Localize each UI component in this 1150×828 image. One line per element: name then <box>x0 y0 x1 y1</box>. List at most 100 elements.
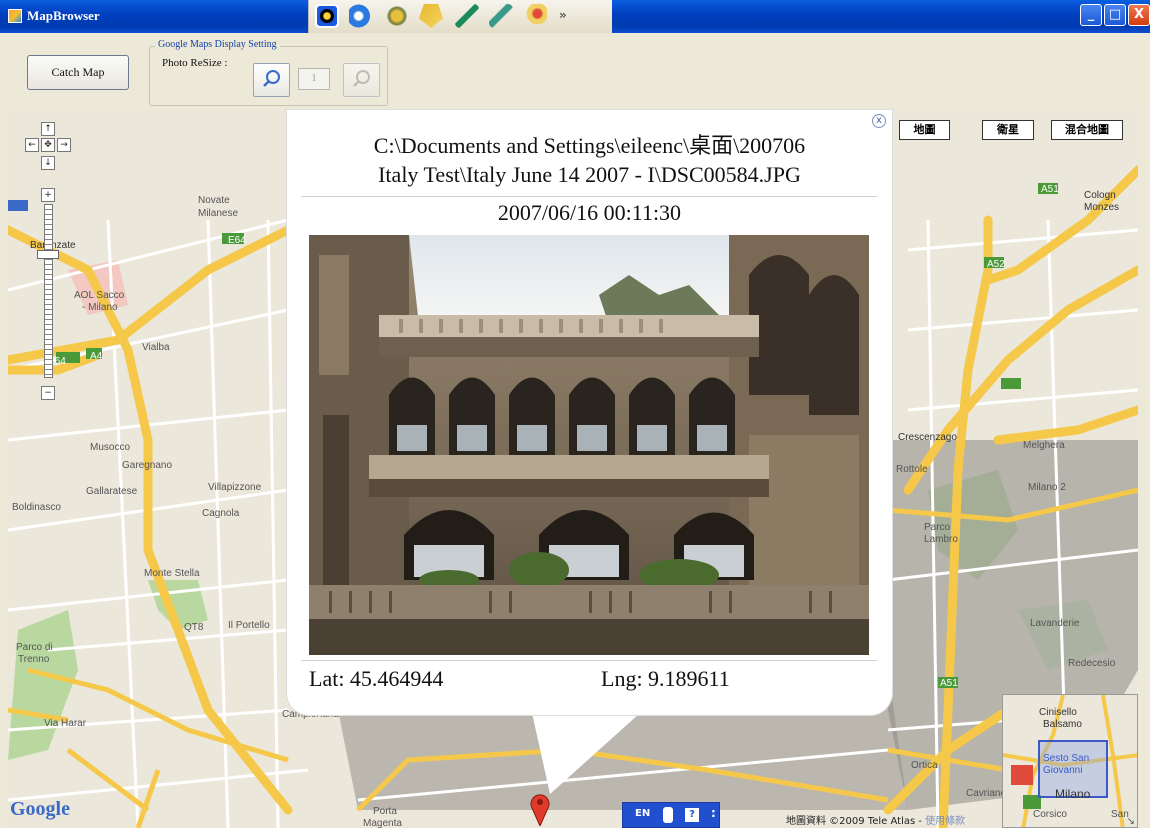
title-bar: MapBrowser » _ □ X <box>0 0 1150 33</box>
pan-down-button[interactable]: ↓ <box>41 156 55 170</box>
map-place-label: Melghera <box>1023 440 1065 451</box>
brush-icon[interactable] <box>489 4 513 28</box>
map-place-label: Cologn <box>1084 190 1116 201</box>
map-place-label: Magenta <box>363 818 402 828</box>
quick-launch-bar: » <box>308 0 612 33</box>
longitude-value: Lng: 9.189611 <box>601 666 730 691</box>
window-title: MapBrowser <box>27 8 100 23</box>
map-place-label: - Milano <box>82 302 118 313</box>
photo-path-line-1: C:\Documents and Settings\eileenc\桌面\200… <box>373 133 806 158</box>
pen-icon[interactable] <box>455 4 479 28</box>
overview-label: Giovanni <box>1043 765 1083 776</box>
map-place-label: Boldinasco <box>12 502 61 513</box>
map-place-label: Il Portello <box>228 620 270 631</box>
map-place-label: Ortica <box>911 760 938 771</box>
zoom-level-display: 1 <box>298 68 330 90</box>
overview-label: Corsico <box>1033 809 1067 820</box>
map-place-label: Lavanderie <box>1030 618 1080 629</box>
zoom-in-button[interactable] <box>253 63 290 97</box>
magnifier-icon <box>263 70 280 87</box>
overview-label: Sesto San <box>1043 753 1090 764</box>
map-place-label: Monzes <box>1084 202 1120 213</box>
map-type-satellite-button[interactable]: 衛星 <box>982 120 1034 140</box>
info-window-close-button[interactable]: x <box>872 114 886 128</box>
minimize-button[interactable]: _ <box>1080 4 1102 26</box>
app-icon <box>8 9 22 23</box>
map-place-label: Milanese <box>198 208 239 219</box>
google-logo-text: Google <box>10 798 70 820</box>
map-place-label: Villapizzone <box>208 482 262 493</box>
info-window: x C:\Documents and Settings\eileenc\桌面\2… <box>287 110 892 715</box>
map-place-label: Rottole <box>896 464 928 475</box>
map-place-label: Via Harar <box>44 718 87 729</box>
zoom-out-button[interactable] <box>343 63 380 97</box>
zoom-slider-thumb[interactable] <box>37 250 59 259</box>
more-icon[interactable]: : <box>711 806 716 820</box>
map-place-label: QT8 <box>184 622 204 633</box>
map-place-label: Cavriano <box>966 788 1007 799</box>
photo-datetime: 2007/06/16 00:11:30 <box>497 200 682 225</box>
map-place-label: Vialba <box>142 342 170 353</box>
map-place-label: Crescenzago <box>898 432 957 443</box>
pan-center-button[interactable]: ✥ <box>41 138 55 152</box>
internet-explorer-icon[interactable] <box>349 4 373 28</box>
overview-label: Balsamo <box>1043 719 1082 730</box>
terms-link[interactable]: 使用條款 <box>925 816 965 827</box>
map-zoom-out-button[interactable]: − <box>41 386 55 400</box>
maximize-button[interactable]: □ <box>1104 4 1126 26</box>
divider <box>301 660 877 661</box>
map-place-label: Porta <box>373 806 397 817</box>
map-copyright: 地圖資料 ©2009 Tele Atlas - 使用條款 <box>786 812 965 827</box>
map-place-label: Parco di <box>16 642 53 653</box>
map-place-label: A51 <box>1041 184 1059 195</box>
pan-right-button[interactable]: → <box>57 138 71 152</box>
map-type-hybrid-button[interactable]: 混合地圖 <box>1051 120 1123 140</box>
map-place-label: Redecesio <box>1068 658 1116 669</box>
folder-shield-icon[interactable] <box>419 4 443 28</box>
map-place-label: Garegnano <box>122 460 173 471</box>
map-place-label: Lambro <box>924 534 958 545</box>
map-place-label: Cagnola <box>202 508 240 519</box>
catch-map-button[interactable]: Catch Map <box>27 55 129 90</box>
pan-left-button[interactable]: ← <box>25 138 39 152</box>
latitude-value: Lat: 45.464944 <box>309 666 444 691</box>
overview-label: Cinisello <box>1039 707 1077 718</box>
map-place-label: A4 <box>90 351 103 362</box>
map-place-label: E64 <box>228 235 246 246</box>
paint-icon[interactable] <box>523 4 547 28</box>
divider <box>301 196 877 197</box>
pegman-icon[interactable] <box>663 807 673 823</box>
map-zoom-in-button[interactable]: + <box>41 188 55 202</box>
photo-path-line-2: Italy Test\Italy June 14 2007 - I\DSC005… <box>378 162 801 187</box>
map-type-map-button[interactable]: 地圖 <box>899 120 950 140</box>
pan-up-button[interactable]: ↑ <box>41 122 55 136</box>
map-place-label: Parco <box>924 522 951 533</box>
zoom-slider[interactable] <box>44 204 53 378</box>
overview-collapse-icon[interactable]: ↘ <box>1127 816 1135 827</box>
map-place-label: Monte Stella <box>144 568 200 579</box>
magnifier-minus-icon <box>353 70 370 87</box>
network-icon[interactable] <box>385 4 409 28</box>
photo-resize-label: Photo ReSize : <box>162 57 228 69</box>
map-place-label: AOL Sacco <box>74 290 125 301</box>
language-button[interactable]: EN <box>635 808 650 819</box>
info-window-tail <box>530 704 650 794</box>
photo-image <box>309 235 869 655</box>
more-chevron-icon[interactable]: » <box>559 8 567 22</box>
close-button[interactable]: X <box>1128 4 1150 26</box>
map-place-label: A52 <box>987 259 1005 270</box>
help-icon[interactable]: ? <box>685 808 699 822</box>
display-setting-group-title: Google Maps Display Setting <box>155 39 280 50</box>
building-photo <box>309 235 869 655</box>
map-place-label: Trenno <box>18 654 50 665</box>
media-player-icon[interactable] <box>315 4 339 28</box>
map-place-label: Novate <box>198 195 230 206</box>
google-logo[interactable]: Google <box>10 798 70 821</box>
map-marker-icon[interactable] <box>529 792 551 826</box>
map-place-label: Gallaratese <box>86 486 138 497</box>
map-place-label: Musocco <box>90 442 131 453</box>
overview-map[interactable]: Cinisello Balsamo Sesto San Giovanni Mil… <box>1002 694 1138 828</box>
overview-label: Milano <box>1055 787 1091 801</box>
map-place-label: Milano 2 <box>1028 482 1066 493</box>
map-place-label: A51 <box>940 678 958 689</box>
